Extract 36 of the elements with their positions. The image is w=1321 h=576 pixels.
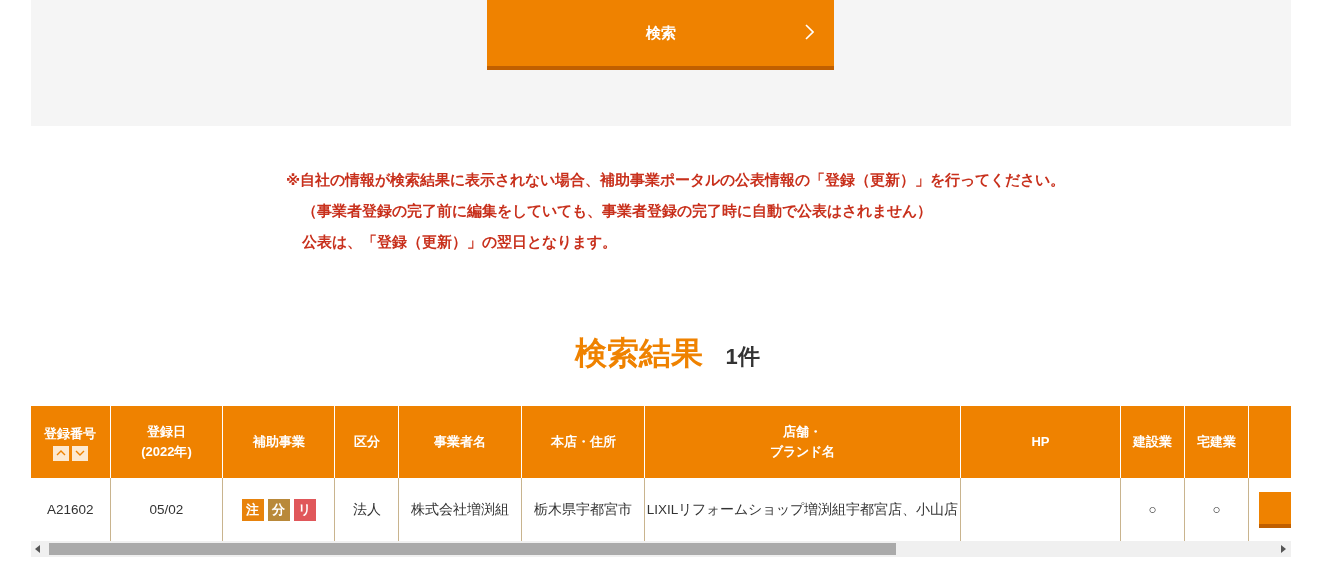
notice-text: 公表は、「登録（更新）」の翌日となります。 [302,233,617,252]
category-badge: リ [293,498,316,521]
scroll-left-icon[interactable] [34,545,41,553]
chevron-right-icon [805,24,814,40]
column-header: 本店・住所 [549,433,617,451]
search-button[interactable]: 検索 [487,0,834,70]
table-cell: ○ [1212,502,1221,517]
results-count: 1件 [725,343,760,371]
scrollbar-thumb[interactable] [48,543,896,555]
category-badge: 注 [241,498,264,521]
horizontal-scrollbar[interactable] [30,541,1291,557]
table-cell: 法人 [352,501,381,517]
caret-down-icon [74,450,85,456]
table-cell: A21602 [46,502,94,517]
column-header: 店舗・ ブランド名 [769,423,836,461]
notice-text: ※自社の情報が検索結果に表示されない場合、補助事業ポータルの公表情報の「登録（更新）」を行ってください。 [286,171,1066,190]
column-header: 区分 [352,433,381,451]
table-cell: LIXILリフォームショップ増渕組宇都宮店、小山店 [646,501,959,517]
sort-descending-button[interactable] [71,445,88,461]
column-header: 補助事業 [251,433,306,451]
results-title: 検索結果 [575,334,704,373]
sort-ascending-button[interactable] [52,445,69,461]
caret-up-icon [55,450,66,456]
scroll-right-icon[interactable] [1279,545,1286,553]
table-cell: 栃木県宇都宮市 [534,501,632,517]
category-badge: 分 [267,498,290,521]
column-header: HP [1030,433,1051,451]
column-header: 登録番号 [43,424,98,443]
column-header: 事業者名 [433,433,487,451]
table-cell: 05/02 [149,502,184,517]
column-header: 建設業 [1131,433,1173,451]
column-header: 登録日 (2022年) [140,423,193,461]
table-cell: ○ [1148,502,1157,517]
column-header: 宅建業 [1196,433,1237,451]
table-cell: 株式会社増渕組 [411,501,509,517]
notice-text: （事業者登録の完了前に編集をしていても、事業者登録の完了時に自動で公表はされません） [302,202,932,221]
